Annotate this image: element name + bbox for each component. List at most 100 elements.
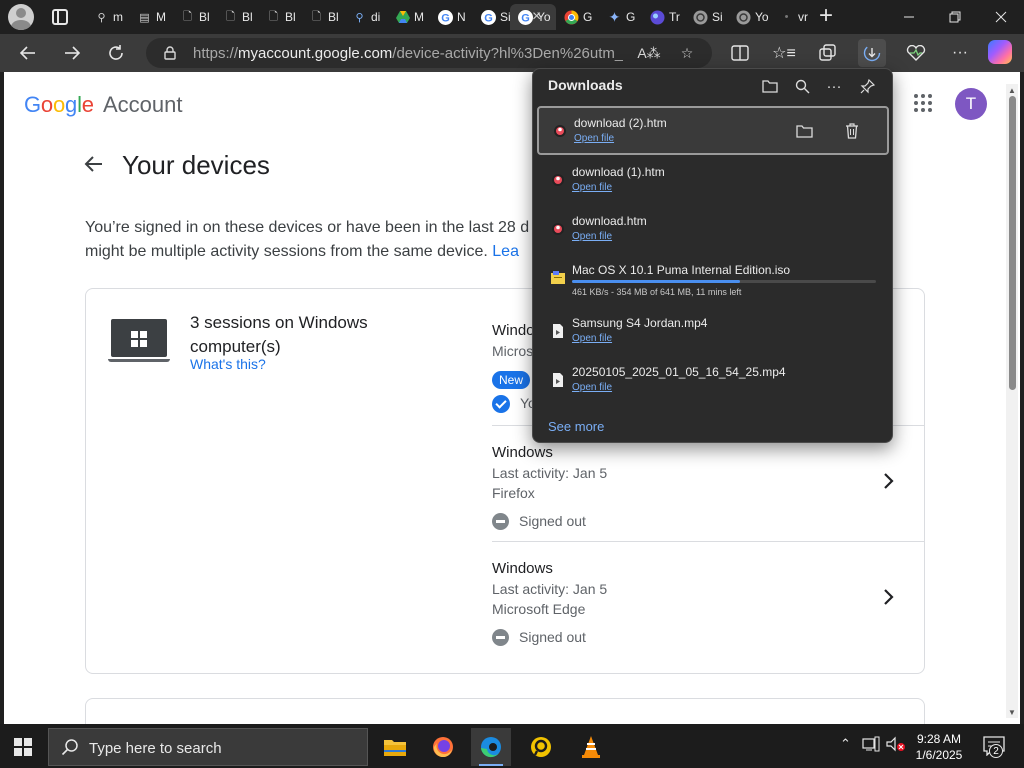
more-options-icon[interactable]: ··· xyxy=(823,75,845,97)
browser-tab[interactable]: 🗋 Bl xyxy=(301,4,342,30)
close-tab-icon[interactable]: × xyxy=(532,8,541,26)
device-row[interactable]: Windows Last activity: Jan 5 Firefox Sig… xyxy=(492,443,924,531)
chevron-right-icon[interactable] xyxy=(878,587,898,607)
open-file-link[interactable]: Open file xyxy=(572,382,612,393)
google-apps-icon[interactable] xyxy=(914,94,932,112)
browser-tab[interactable]: Si xyxy=(685,4,726,30)
show-hidden-icons[interactable]: ⌃ xyxy=(840,736,851,752)
favorites-icon: ☆≡ xyxy=(772,45,796,62)
forward-button[interactable] xyxy=(58,39,86,67)
copilot-icon[interactable] xyxy=(988,40,1012,64)
browser-tab[interactable]: Yo xyxy=(728,4,769,30)
browser-tab[interactable]: Tr xyxy=(642,4,683,30)
restore-button[interactable] xyxy=(932,0,978,34)
browser-tab[interactable]: ⚲ m xyxy=(86,4,127,30)
open-file-link[interactable]: Open file xyxy=(572,333,612,344)
favorites-button[interactable]: ☆≡ xyxy=(770,39,798,67)
tab-actions-icon[interactable] xyxy=(52,9,68,25)
account-avatar[interactable]: T xyxy=(955,88,987,120)
browser-tab[interactable]: GN xyxy=(430,4,471,30)
start-windows-icon[interactable] xyxy=(14,738,32,756)
download-item[interactable]: download.htm Open file xyxy=(537,206,889,255)
download-item[interactable]: 20250105_2025_01_05_16_54_25.mp4 Open fi… xyxy=(537,357,889,406)
show-in-folder-icon[interactable] xyxy=(793,120,815,142)
settings-more-button[interactable]: ··· xyxy=(946,39,974,67)
whats-this-link[interactable]: What's this? xyxy=(190,356,266,372)
network-icon[interactable] xyxy=(862,736,880,755)
browser-tab[interactable]: ✦ G xyxy=(599,4,640,30)
app-o-launcher[interactable] xyxy=(521,728,561,766)
learn-more-link[interactable]: Lea xyxy=(492,243,519,260)
open-folder-icon[interactable] xyxy=(759,75,781,97)
download-progress-bar xyxy=(572,280,876,283)
browser-tab[interactable]: G Si xyxy=(473,4,514,30)
browser-tab[interactable]: ⚲ di xyxy=(344,4,385,30)
chatgpt-icon xyxy=(693,10,708,25)
system-clock[interactable]: 9:28 AM 1/6/2025 xyxy=(910,731,968,763)
folder-icon xyxy=(384,740,406,756)
refresh-button[interactable] xyxy=(102,39,130,67)
scroll-down-icon[interactable]: ▼ xyxy=(1007,708,1017,717)
open-file-link[interactable]: Open file xyxy=(572,182,612,193)
back-arrow-icon[interactable] xyxy=(82,152,106,176)
download-item-in-progress[interactable]: Mac OS X 10.1 Puma Internal Edition.iso … xyxy=(537,255,889,304)
read-aloud-icon[interactable]: A⁂ xyxy=(637,42,660,64)
chatgpt-icon xyxy=(736,10,751,25)
firefox-icon xyxy=(433,737,453,758)
google-logo[interactable]: Google xyxy=(24,92,94,118)
browser-tab[interactable]: 🗋 Bl xyxy=(172,4,213,30)
chevron-right-icon[interactable] xyxy=(878,471,898,491)
browser-tab[interactable]: G xyxy=(556,4,597,30)
navigation-bar: https://myaccount.google.com/device-acti… xyxy=(0,34,1024,72)
browser-tab[interactable]: M xyxy=(387,4,428,30)
open-file-link[interactable]: Open file xyxy=(574,133,614,144)
downloads-button[interactable] xyxy=(858,39,886,67)
tab-strip: ⚲ m ▤ M 🗋 Bl 🗋 Bl 🗋 Bl 🗋 Bl ⚲ di M GN G Si G Yo ×… xyxy=(0,0,1024,34)
scrollbar-thumb[interactable] xyxy=(1009,96,1016,390)
close-icon xyxy=(995,11,1007,23)
split-screen-button[interactable] xyxy=(726,39,754,67)
google-icon: G xyxy=(481,9,496,25)
browser-tab[interactable]: 🗋 Bl xyxy=(215,4,256,30)
video-file-icon xyxy=(553,373,563,387)
collections-button[interactable] xyxy=(814,39,842,67)
pin-icon[interactable] xyxy=(856,75,878,97)
new-tab-button[interactable]: + xyxy=(819,3,833,29)
taskbar-search-box[interactable]: Type here to search xyxy=(48,728,368,766)
browser-tab[interactable]: • vr xyxy=(771,4,812,30)
address-bar[interactable]: https://myaccount.google.com/device-acti… xyxy=(146,38,712,68)
lock-icon[interactable] xyxy=(164,46,176,60)
restore-icon xyxy=(949,11,961,23)
file-explorer-app[interactable] xyxy=(375,728,415,766)
iso-file-icon xyxy=(551,271,565,284)
browser-tab[interactable]: ▤ M xyxy=(129,4,170,30)
download-item[interactable]: download (2).htm Open file xyxy=(537,106,889,155)
url-text[interactable]: https://myaccount.google.com/device-acti… xyxy=(193,45,623,62)
scroll-up-icon[interactable]: ▲ xyxy=(1007,86,1017,95)
vlc-app[interactable] xyxy=(571,728,611,766)
minimize-button[interactable] xyxy=(886,0,932,34)
delete-trash-icon[interactable] xyxy=(841,120,863,142)
download-item[interactable]: Samsung S4 Jordan.mp4 Open file xyxy=(537,308,889,357)
firefox-app[interactable] xyxy=(423,728,463,766)
new-badge: New xyxy=(492,371,531,389)
edge-app[interactable] xyxy=(471,728,511,766)
browser-tab[interactable]: 🗋 Bl xyxy=(258,4,299,30)
volume-muted-icon[interactable] xyxy=(886,736,906,755)
browser-essentials-button[interactable] xyxy=(902,39,930,67)
device-row[interactable]: Windows Last activity: Jan 5 Microsoft E… xyxy=(492,559,924,647)
product-name: Account xyxy=(103,92,183,117)
gemini-icon: ✦ xyxy=(608,8,621,25)
see-more-link[interactable]: See more xyxy=(548,419,604,434)
document-icon: 🗋 xyxy=(226,10,235,23)
favorite-star-icon[interactable]: ☆ xyxy=(676,42,698,64)
open-file-link[interactable]: Open file xyxy=(572,231,612,242)
pdf-icon: ▤ xyxy=(139,11,150,24)
download-item[interactable]: download (1).htm Open file xyxy=(537,157,889,206)
profile-avatar-icon[interactable] xyxy=(8,4,34,30)
close-window-button[interactable] xyxy=(978,0,1024,34)
page-title: Your devices xyxy=(122,150,270,180)
back-button[interactable] xyxy=(14,39,42,67)
document-icon: 🗋 xyxy=(269,10,278,23)
search-downloads-icon[interactable] xyxy=(791,75,813,97)
